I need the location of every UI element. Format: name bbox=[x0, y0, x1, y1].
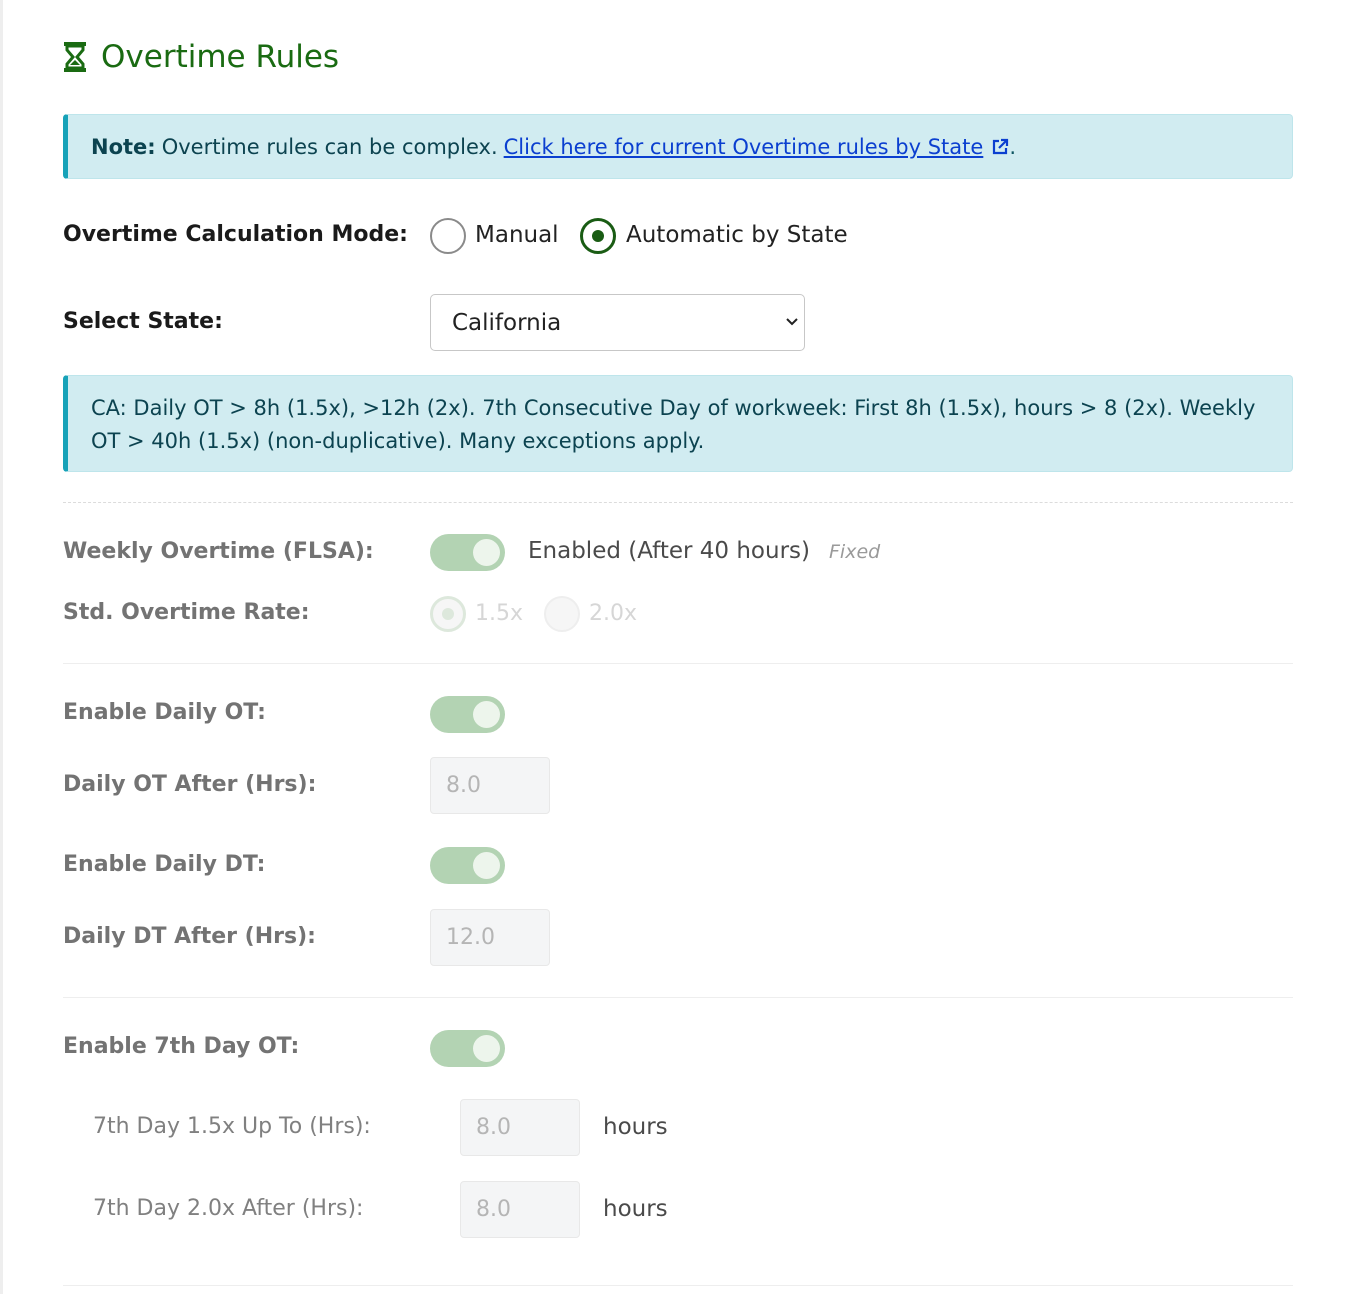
std-rate-label: Std. Overtime Rate: bbox=[63, 600, 310, 625]
manual-radio[interactable] bbox=[430, 218, 466, 254]
state-select[interactable]: California bbox=[430, 294, 805, 351]
state-rules-info: CA: Daily OT > 8h (1.5x), >12h (2x). 7th… bbox=[63, 375, 1293, 472]
divider bbox=[63, 997, 1293, 998]
weekly-overtime-label: Weekly Overtime (FLSA): bbox=[63, 539, 374, 564]
enable-daily-dt-label: Enable Daily DT: bbox=[63, 852, 266, 877]
left-border bbox=[0, 0, 3, 1294]
manual-radio-label[interactable]: Manual bbox=[475, 222, 559, 248]
hours-unit: hours bbox=[603, 1114, 668, 1140]
seventh-day-ot-toggle bbox=[430, 1030, 505, 1067]
hourglass-icon bbox=[64, 42, 86, 72]
note-label: Note: bbox=[91, 134, 156, 159]
note-alert: Note: Overtime rules can be complex. Cli… bbox=[63, 114, 1293, 179]
enable-daily-ot-label: Enable Daily OT: bbox=[63, 700, 266, 725]
state-select-value: California bbox=[452, 309, 562, 336]
automatic-by-state-label[interactable]: Automatic by State bbox=[626, 222, 848, 248]
weekly-overtime-toggle bbox=[430, 534, 505, 571]
chevron-down-icon bbox=[786, 318, 798, 326]
divider bbox=[63, 663, 1293, 664]
daily-ot-after-label: Daily OT After (Hrs): bbox=[63, 772, 317, 797]
mode-label: Overtime Calculation Mode: bbox=[63, 222, 408, 247]
section-header: Overtime Rules bbox=[63, 36, 339, 78]
external-link-icon bbox=[993, 138, 1009, 154]
daily-ot-after-input: 8.0 bbox=[430, 757, 550, 814]
daily-dt-after-input: 12.0 bbox=[430, 909, 550, 966]
seventh-day-1-5x-input: 8.0 bbox=[460, 1099, 580, 1156]
select-state-label: Select State: bbox=[63, 309, 223, 334]
fixed-badge: Fixed bbox=[829, 541, 881, 563]
note-text: Overtime rules can be complex. bbox=[161, 134, 498, 159]
rate-2-0x-radio bbox=[544, 596, 580, 632]
daily-dt-toggle bbox=[430, 847, 505, 884]
daily-dt-after-label: Daily DT After (Hrs): bbox=[63, 924, 316, 949]
rate-1-5x-label: 1.5x bbox=[475, 601, 524, 626]
daily-ot-toggle bbox=[430, 696, 505, 733]
hours-unit: hours bbox=[603, 1196, 668, 1222]
seventh-day-2-0x-label: 7th Day 2.0x After (Hrs): bbox=[93, 1196, 364, 1221]
rate-1-5x-radio bbox=[430, 596, 466, 632]
rate-2-0x-label: 2.0x bbox=[589, 601, 638, 626]
seventh-day-1-5x-label: 7th Day 1.5x Up To (Hrs): bbox=[93, 1114, 371, 1139]
seventh-day-2-0x-input: 8.0 bbox=[460, 1181, 580, 1238]
automatic-by-state-radio[interactable] bbox=[580, 218, 616, 254]
note-period: . bbox=[1009, 134, 1016, 159]
divider bbox=[63, 502, 1293, 503]
enable-seventh-day-ot-label: Enable 7th Day OT: bbox=[63, 1034, 300, 1059]
page-title: Overtime Rules bbox=[101, 39, 340, 75]
divider bbox=[63, 1285, 1293, 1286]
weekly-overtime-status: Enabled (After 40 hours) bbox=[528, 538, 810, 564]
overtime-rules-link[interactable]: Click here for current Overtime rules by… bbox=[504, 135, 1010, 159]
